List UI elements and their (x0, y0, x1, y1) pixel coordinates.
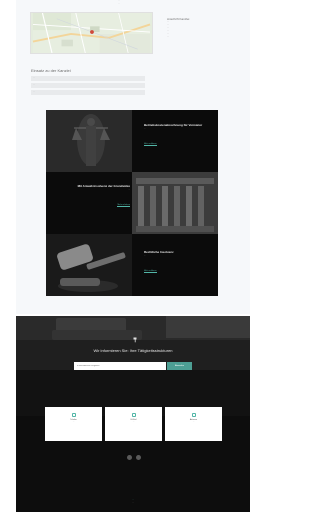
service-copy-3: Rechtliche Insolvenz … Mehr erfahren (144, 250, 214, 276)
service-text-3: … (144, 255, 146, 257)
form-title: Einsatz zu der Kanzlei (31, 68, 71, 73)
mail-icon (131, 413, 136, 417)
service-link-2[interactable]: Mehr erfahren (117, 204, 130, 207)
courthouse-icon (132, 172, 218, 234)
intro-text: … … (20, 0, 218, 5)
gavel-icon (46, 234, 132, 296)
page: … … Anschrift Kanzlei … … … … … … Einsat… (0, 0, 261, 516)
courthouse-image (132, 172, 218, 234)
social-icon-facebook[interactable] (127, 455, 132, 460)
form-field-email[interactable]: … (31, 83, 145, 88)
service-title-2: Mit Anwalt-Insolvenz der Grundsätze (77, 184, 130, 188)
info-card-phone: Telefon … (45, 407, 102, 441)
service-title-1: Betriebskostenabrechnung für Vermieter (144, 123, 203, 127)
service-link-3[interactable]: Mehr erfahren (144, 270, 157, 273)
intro-line-2: … (118, 2, 120, 5)
form-field-name[interactable]: … (31, 76, 145, 81)
footer-line-2: … (132, 501, 134, 504)
newsletter-email-input[interactable] (74, 362, 166, 370)
phone-icon (71, 413, 76, 417)
location-icon (191, 413, 196, 417)
gavel-image (46, 234, 132, 296)
service-copy-2: Mit Anwalt-Insolvenz der Grundsätze … Me… (60, 184, 130, 210)
social-icon-twitter[interactable] (136, 455, 141, 460)
service-title-3: Rechtliche Insolvenz (144, 250, 174, 254)
service-copy-1: Betriebskostenabrechnung für Vermieter …… (144, 123, 214, 149)
contact-block: Anschrift Kanzlei … … … … … … (167, 17, 213, 39)
service-link-1[interactable]: Mehr erfahren (144, 143, 157, 146)
card-text[interactable]: … (105, 422, 162, 424)
service-text-1: … (144, 128, 146, 130)
gavel-small-icon (133, 337, 137, 343)
newsletter-title: Wir informieren Sie: Ihre Tätigkeitsstru… (93, 348, 173, 353)
services-grid: Betriebskostenabrechnung für Vermieter …… (46, 110, 218, 296)
map-graphic (32, 13, 151, 53)
card-text: … (192, 422, 195, 423)
service-tile-2: Mit Anwalt-Insolvenz der Grundsätze … Me… (46, 172, 132, 234)
service-text-2: … (128, 189, 130, 191)
contact-line[interactable]: … (167, 36, 213, 39)
form-field-message[interactable]: … (31, 90, 145, 95)
info-card-address: Adresse … (165, 407, 222, 441)
footer-links: … … (16, 499, 250, 504)
location-map[interactable] (30, 12, 153, 54)
service-tile-1: Betriebskostenabrechnung für Vermieter …… (132, 110, 218, 172)
newsletter-submit-button[interactable]: Absenden (167, 362, 192, 370)
justice-statue-image (46, 110, 132, 172)
info-card-email: E-Mail … (105, 407, 162, 441)
justice-statue-icon (46, 110, 132, 172)
service-tile-3: Rechtliche Insolvenz … Mehr erfahren (132, 234, 218, 296)
card-text[interactable]: … (45, 422, 102, 424)
